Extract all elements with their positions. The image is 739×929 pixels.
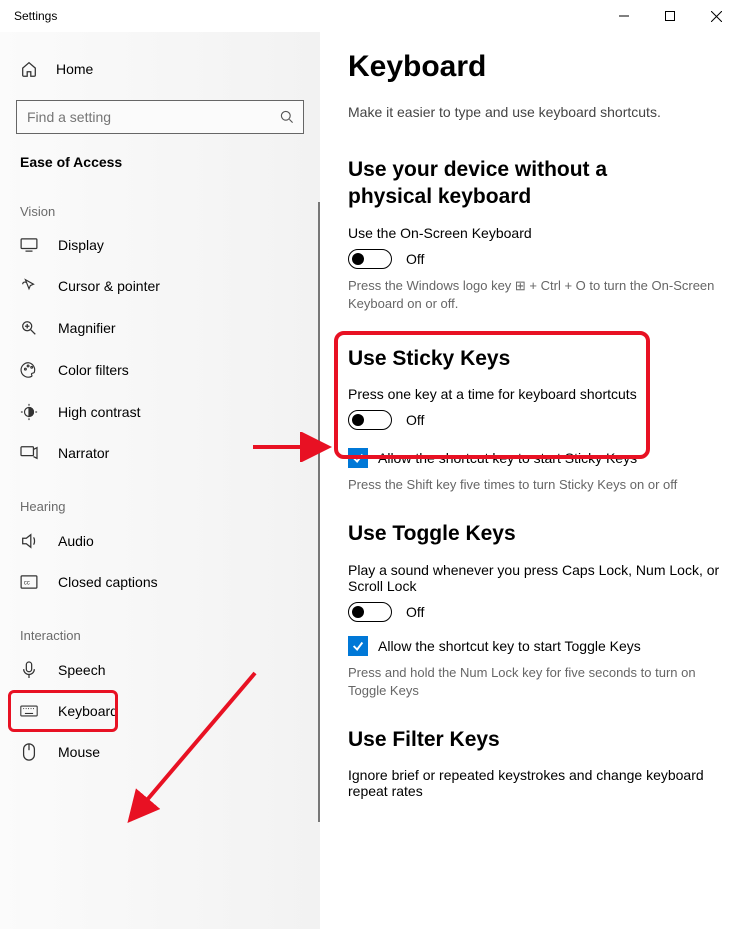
main-content: Keyboard Make it easier to type and use … xyxy=(320,32,739,929)
onscreen-keyboard-toggle[interactable] xyxy=(348,249,392,269)
section-heading: Use Toggle Keys xyxy=(348,520,739,547)
minimize-button[interactable] xyxy=(601,0,647,32)
svg-text:cc: cc xyxy=(24,580,30,587)
sidebar-item-label: Display xyxy=(58,237,104,253)
helper-text: Press the Shift key five times to turn S… xyxy=(348,476,728,494)
sidebar-item-label: Magnifier xyxy=(58,320,116,336)
toggle-label: Use the On-Screen Keyboard xyxy=(348,225,728,241)
group-label-interaction: Interaction xyxy=(0,602,320,649)
sidebar-item-label: High contrast xyxy=(58,404,140,420)
narrator-icon xyxy=(20,445,38,461)
group-label-vision: Vision xyxy=(0,178,320,225)
close-button[interactable] xyxy=(693,0,739,32)
sidebar-item-audio[interactable]: Audio xyxy=(0,520,320,562)
section-sticky-keys: Use Sticky Keys Press one key at a time … xyxy=(348,339,739,494)
nav-home[interactable]: Home xyxy=(0,50,320,88)
cc-icon: cc xyxy=(20,575,38,589)
sidebar-item-mouse[interactable]: Mouse xyxy=(0,731,320,773)
toggle-state: Off xyxy=(406,412,424,428)
search-input[interactable] xyxy=(27,109,279,125)
page-subtitle: Make it easier to type and use keyboard … xyxy=(348,104,739,120)
sidebar-item-label: Color filters xyxy=(58,362,129,378)
sidebar-item-magnifier[interactable]: Magnifier xyxy=(0,307,320,349)
sidebar-item-keyboard[interactable]: Keyboard xyxy=(0,691,320,731)
titlebar: Settings xyxy=(0,0,739,32)
section-onscreen-keyboard: Use your device without a physical keybo… xyxy=(348,156,739,313)
sidebar-item-speech[interactable]: Speech xyxy=(0,649,320,691)
home-icon xyxy=(20,60,38,78)
sidebar: Home Ease of Access Vision Display Curso… xyxy=(0,32,320,929)
sidebar-item-cursor[interactable]: Cursor & pointer xyxy=(0,265,320,307)
toggle-label: Press one key at a time for keyboard sho… xyxy=(348,386,728,402)
sidebar-item-label: Audio xyxy=(58,533,94,549)
section-heading: Use Filter Keys xyxy=(348,726,739,753)
sidebar-item-colorfilters[interactable]: Color filters xyxy=(0,349,320,391)
page-title: Keyboard xyxy=(348,50,739,84)
audio-icon xyxy=(20,532,38,550)
sidebar-item-closedcaptions[interactable]: cc Closed captions xyxy=(0,562,320,602)
scrollbar-track[interactable] xyxy=(318,202,320,822)
sidebar-category: Ease of Access xyxy=(0,134,320,178)
section-heading: Use Sticky Keys xyxy=(348,345,739,372)
section-heading: Use your device without a physical keybo… xyxy=(348,156,688,211)
display-icon xyxy=(20,238,38,252)
sidebar-item-highcontrast[interactable]: High contrast xyxy=(0,391,320,433)
search-icon xyxy=(279,109,295,125)
sidebar-item-label: Narrator xyxy=(58,445,109,461)
section-filter-keys: Use Filter Keys Ignore brief or repeated… xyxy=(348,726,739,799)
group-label-hearing: Hearing xyxy=(0,473,320,520)
sticky-keys-toggle[interactable] xyxy=(348,410,392,430)
toggle-keys-toggle[interactable] xyxy=(348,602,392,622)
palette-icon xyxy=(20,361,38,379)
nav-home-label: Home xyxy=(56,61,93,77)
window-title: Settings xyxy=(14,9,57,23)
mic-icon xyxy=(20,661,38,679)
sidebar-item-label: Keyboard xyxy=(58,703,118,719)
keyboard-icon xyxy=(20,704,38,718)
window-controls xyxy=(601,0,739,32)
section-toggle-keys: Use Toggle Keys Play a sound whenever yo… xyxy=(348,520,739,700)
helper-text: Press and hold the Num Lock key for five… xyxy=(348,664,728,700)
toggle-label: Ignore brief or repeated keystrokes and … xyxy=(348,767,728,799)
toggle-label: Play a sound whenever you press Caps Loc… xyxy=(348,562,728,594)
sticky-keys-shortcut-checkbox[interactable] xyxy=(348,448,368,468)
sidebar-item-label: Mouse xyxy=(58,744,100,760)
toggle-keys-shortcut-checkbox[interactable] xyxy=(348,636,368,656)
sidebar-item-label: Speech xyxy=(58,662,105,678)
maximize-button[interactable] xyxy=(647,0,693,32)
sidebar-item-label: Cursor & pointer xyxy=(58,278,160,294)
sidebar-item-display[interactable]: Display xyxy=(0,225,320,265)
checkbox-label: Allow the shortcut key to start Sticky K… xyxy=(378,450,637,466)
search-box[interactable] xyxy=(16,100,304,134)
mouse-icon xyxy=(20,743,38,761)
sidebar-item-narrator[interactable]: Narrator xyxy=(0,433,320,473)
toggle-state: Off xyxy=(406,604,424,620)
helper-text: Press the Windows logo key ⊞ + Ctrl + O … xyxy=(348,277,728,313)
sidebar-item-label: Closed captions xyxy=(58,574,158,590)
checkbox-label: Allow the shortcut key to start Toggle K… xyxy=(378,638,641,654)
toggle-state: Off xyxy=(406,251,424,267)
cursor-icon xyxy=(20,277,38,295)
magnifier-icon xyxy=(20,319,38,337)
contrast-icon xyxy=(20,403,38,421)
